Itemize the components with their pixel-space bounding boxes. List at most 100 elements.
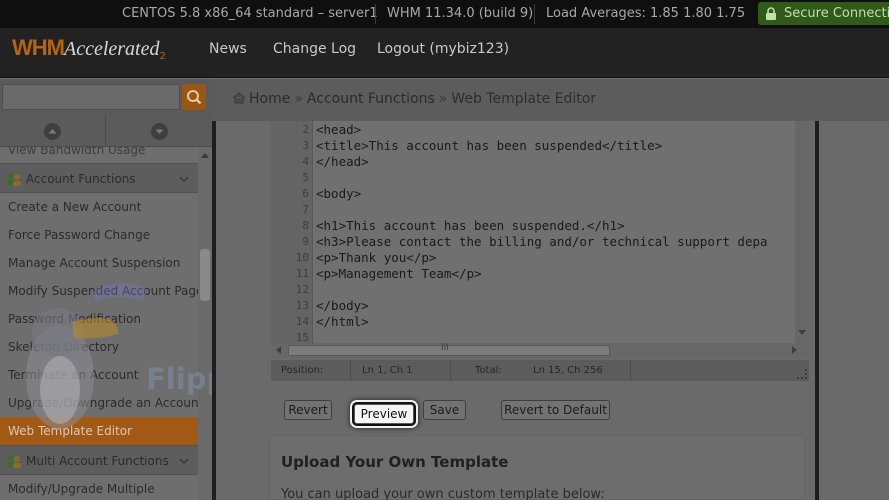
main-content: 2 3 4 5 6 7 8 9 10 11 12 13 14 15 <head> <title>This a…: [212, 121, 889, 500]
editor-horizontal-scrollbar[interactable]: III: [271, 343, 809, 358]
position-value: Ln 1, Ch 1: [362, 365, 413, 376]
whm-logo[interactable]: WHMAccelerated2: [12, 35, 166, 69]
nav-logout[interactable]: Logout (mybiz123): [377, 28, 509, 70]
load-averages: Load Averages: 1.85 1.80 1.75: [546, 6, 746, 21]
code-area[interactable]: 2 3 4 5 6 7 8 9 10 11 12 13 14 15 <head> <title>This a…: [271, 121, 795, 344]
sidebar-item-modify-suspended-page[interactable]: Modify Suspended Account Page: [0, 277, 198, 305]
line-number: 7: [302, 203, 309, 216]
preview-button[interactable]: Preview: [354, 404, 414, 424]
account-functions-icon: [7, 173, 21, 186]
line-number: 5: [302, 171, 309, 184]
code-line[interactable]: <head>: [316, 122, 361, 137]
code-line[interactable]: <title>This account has been suspended</…: [316, 138, 662, 153]
code-line[interactable]: <h3>Please contact the billing and/or te…: [316, 234, 768, 249]
server-status-bar: CENTOS 5.8 x86_64 standard – server1 WHM…: [0, 0, 889, 28]
logo-version: 2: [159, 51, 166, 63]
sidebar-scrollbar[interactable]: [198, 147, 212, 500]
os-info: CENTOS 5.8 x86_64 standard – server1: [122, 6, 378, 21]
position-label: Position:: [281, 365, 324, 376]
sidebar-menu: View Bandwidth Usage Account Functions C…: [0, 147, 198, 500]
sidebar-item-manage-suspension[interactable]: Manage Account Suspension: [0, 249, 198, 277]
editor-vertical-scrollbar[interactable]: [795, 121, 809, 343]
search-bar: [0, 79, 212, 115]
sidebar-group-account-functions[interactable]: Account Functions: [0, 163, 198, 193]
sidebar-scroll-nav: [0, 115, 212, 147]
group-label: Multi Account Functions: [26, 454, 169, 468]
sidebar-item-force-password-change[interactable]: Force Password Change: [0, 221, 198, 249]
breadcrumb-bar: Home» Account Functions» Web Template Edit…: [212, 79, 889, 121]
logo-whm: WHM: [12, 35, 65, 60]
code-line[interactable]: <p>Thank you</p>: [316, 250, 436, 265]
scroll-down-arrow-icon[interactable]: [798, 330, 806, 335]
breadcrumb: Home» Account Functions» Web Template Edit…: [232, 91, 596, 107]
line-number: 6: [302, 187, 309, 200]
sidebar-scroll-up-button[interactable]: [0, 115, 105, 147]
line-number: 13: [295, 299, 309, 312]
breadcrumb-separator: »: [294, 91, 303, 107]
line-number: 3: [302, 139, 309, 152]
save-button[interactable]: Save: [423, 400, 466, 420]
lock-icon: [766, 7, 776, 20]
chevron-down-icon[interactable]: [176, 453, 192, 469]
resize-grip-icon[interactable]: [797, 369, 807, 379]
chevron-down-icon[interactable]: [176, 171, 192, 187]
sidebar-item-password-modification[interactable]: Password Modification: [0, 305, 198, 333]
total-label: Total:: [475, 365, 502, 376]
code-line[interactable]: <body>: [316, 186, 361, 201]
whm-screen: CENTOS 5.8 x86_64 standard – server1 WHM…: [0, 0, 889, 500]
status-divider: [450, 360, 451, 381]
line-number: 4: [302, 155, 309, 168]
scroll-left-arrow-icon[interactable]: [276, 346, 281, 354]
code-line[interactable]: </head>: [316, 154, 369, 169]
line-number-gutter: 2 3 4 5 6 7 8 9 10 11 12 13 14 15: [271, 121, 313, 344]
breadcrumb-current: Web Template Editor: [451, 91, 597, 107]
line-number: 10: [295, 251, 309, 264]
group-label: Account Functions: [26, 172, 136, 186]
scroll-down-icon: [151, 123, 168, 140]
top-header: WHMAccelerated2 News Change Log Logout (…: [0, 28, 889, 78]
breadcrumb-account-functions[interactable]: Account Functions: [307, 91, 435, 107]
multi-account-icon: [7, 455, 21, 468]
sidebar-item-create-account[interactable]: Create a New Account: [0, 193, 198, 221]
logo-accelerated: Accelerated: [63, 38, 160, 60]
status-divider: [534, 4, 535, 24]
sidebar-item-skeleton-directory[interactable]: Skeleton Directory: [0, 333, 198, 361]
status-divider: [375, 4, 376, 24]
upload-template-section: Upload Your Own Template You can upload …: [269, 435, 805, 500]
content-border-left: [212, 121, 216, 500]
breadcrumb-separator: »: [438, 91, 448, 107]
revert-to-default-button[interactable]: Revert to Default: [501, 400, 610, 420]
search-button[interactable]: [182, 84, 206, 110]
total-value: Ln 15, Ch 256: [533, 365, 603, 376]
sidebar-item-modify-upgrade-multiple[interactable]: Modify/Upgrade Multiple: [0, 475, 198, 500]
revert-button[interactable]: Revert: [284, 400, 332, 420]
scroll-right-arrow-icon[interactable]: [792, 346, 797, 354]
template-code-editor[interactable]: 2 3 4 5 6 7 8 9 10 11 12 13 14 15 <head> <title>This a…: [271, 121, 809, 358]
line-number: 8: [302, 219, 309, 232]
sidebar-group-multi-account-functions[interactable]: Multi Account Functions: [0, 445, 198, 475]
sidebar-item-view-bandwidth-usage[interactable]: View Bandwidth Usage: [0, 147, 198, 163]
scroll-up-icon: [44, 123, 61, 140]
status-divider: [630, 360, 631, 381]
upload-section-text: You can upload your own custom template …: [281, 487, 605, 500]
sidebar-scroll-thumb[interactable]: [200, 249, 210, 301]
search-input[interactable]: [2, 84, 180, 110]
code-line[interactable]: <p>Management Team</p>: [316, 266, 482, 281]
scroll-up-arrow-icon[interactable]: [201, 153, 209, 158]
secure-connection-badge: Secure Connecti: [758, 2, 889, 25]
whm-version: WHM 11.34.0 (build 9): [387, 6, 534, 21]
code-line[interactable]: <h1>This account has been suspended.</h1…: [316, 218, 625, 233]
home-icon[interactable]: [232, 92, 246, 104]
search-icon: [187, 90, 202, 105]
code-line[interactable]: </html>: [316, 314, 369, 329]
code-line[interactable]: </body>: [316, 298, 369, 313]
line-number: 2: [302, 123, 309, 136]
scroll-grip: III: [441, 343, 449, 353]
sidebar-scroll-down-button[interactable]: [106, 115, 211, 147]
sidebar-item-web-template-editor[interactable]: Web Template Editor: [0, 417, 198, 445]
breadcrumb-home[interactable]: Home: [249, 91, 290, 107]
nav-change-log[interactable]: Change Log: [273, 28, 356, 70]
nav-news[interactable]: News: [209, 28, 247, 70]
content-border-right: [815, 121, 819, 500]
horizontal-scroll-thumb[interactable]: III: [288, 343, 610, 356]
